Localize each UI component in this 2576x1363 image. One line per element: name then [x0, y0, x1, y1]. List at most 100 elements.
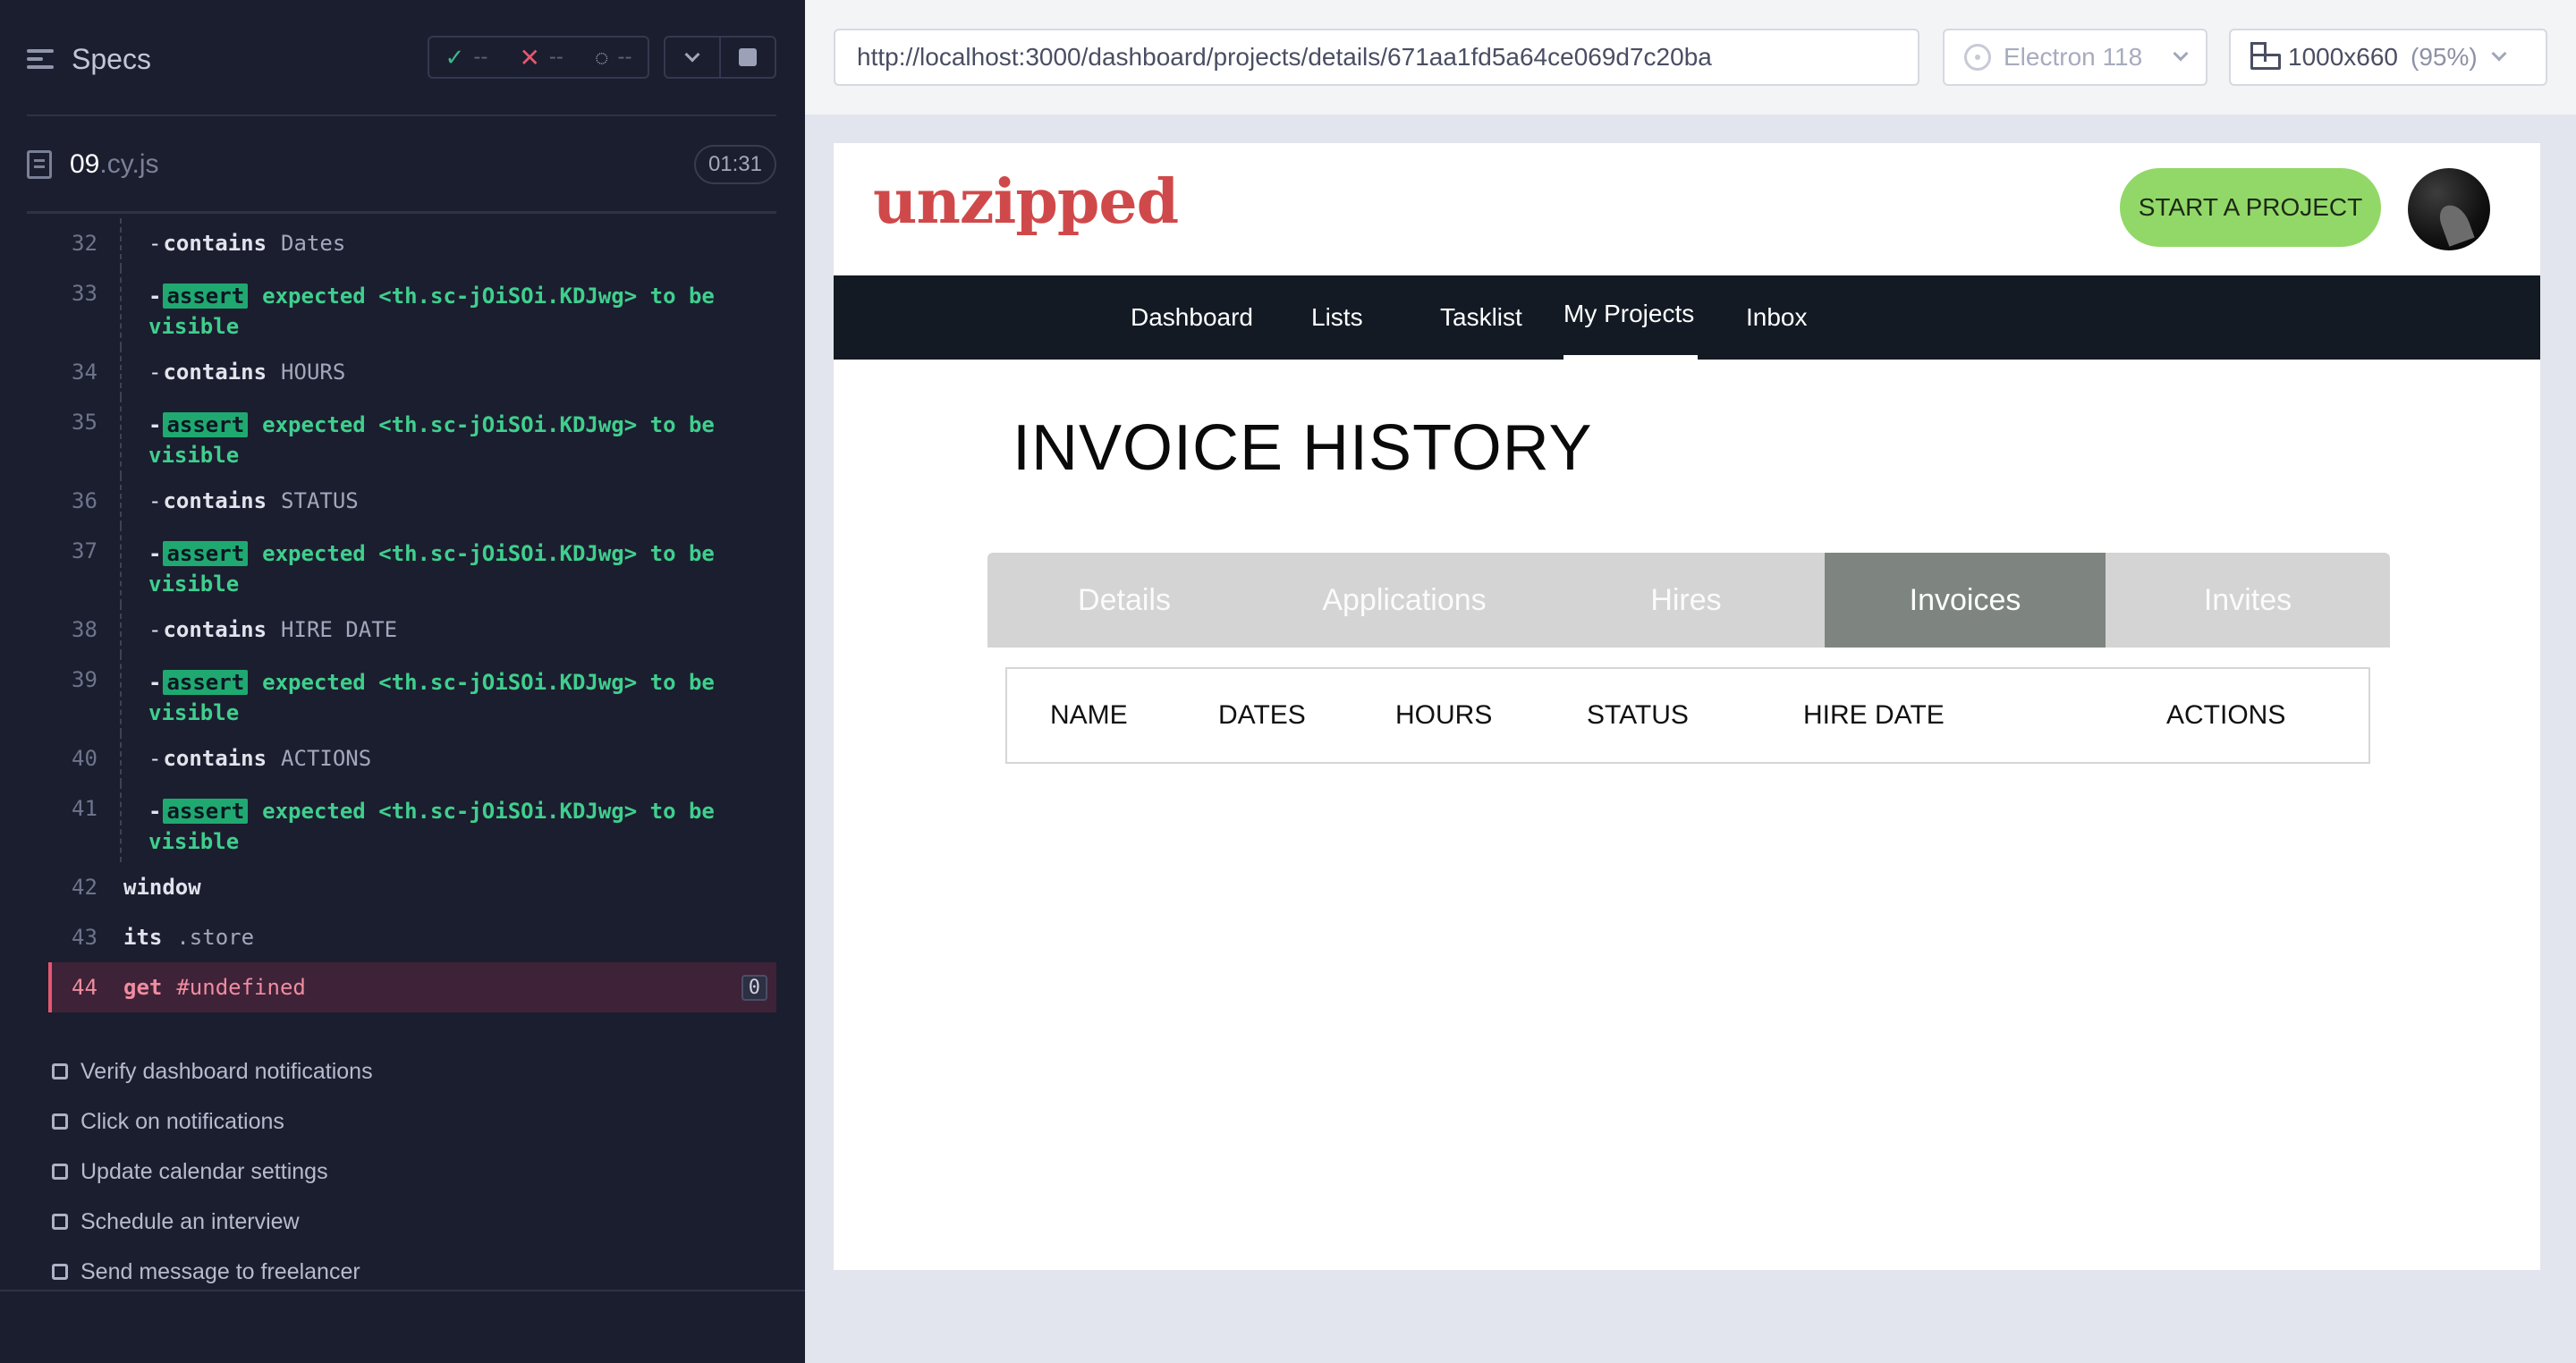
run-controls — [664, 36, 776, 79]
command-body: - assert expected <th.sc-jOiSOi.KDJwg> to … — [120, 783, 776, 862]
command-row[interactable]: 39 - assert expected <th.sc-jOiSOi.KDJwg> t… — [52, 655, 776, 733]
command-body: its .store — [123, 912, 776, 962]
spec-duration: 01:31 — [693, 145, 776, 184]
spec-file-row[interactable]: 09 .cy.js 01:31 — [27, 143, 776, 186]
command-row[interactable]: 37 - assert expected <th.sc-jOiSOi.KDJwg> t… — [52, 526, 776, 605]
command-number: 34 — [72, 360, 97, 385]
pending-test-icon — [52, 1113, 68, 1130]
x-icon: ✕ — [519, 43, 540, 72]
command-row[interactable]: 35 - assert expected <th.sc-jOiSOi.KDJwg> t… — [52, 397, 776, 476]
command-body: -contains ACTIONS — [120, 733, 776, 783]
nav-lists[interactable]: Lists — [1311, 275, 1363, 360]
url-bar[interactable]: http://localhost:3000/dashboard/projects… — [834, 29, 1919, 86]
command-body: get #undefined 0 — [123, 962, 776, 1012]
command-number: 39 — [72, 667, 97, 692]
ruler-icon — [2250, 42, 2281, 70]
col-dates: DATES — [1218, 700, 1306, 730]
test-item[interactable]: Click on notifications — [52, 1096, 776, 1147]
nav-inbox[interactable]: Inbox — [1746, 275, 1808, 360]
command-number: 44 — [72, 975, 97, 1000]
stop-button[interactable] — [721, 38, 775, 77]
col-status: STATUS — [1587, 700, 1689, 730]
test-title: Click on notifications — [80, 1108, 284, 1134]
test-list: Verify dashboard notifications Click on n… — [52, 1046, 776, 1297]
command-row[interactable]: 38 -contains HIRE DATE — [52, 605, 776, 655]
reporter-header: Specs ✓ -- ✕ -- ◌ -- — [0, 0, 805, 116]
tab-hires[interactable]: Hires — [1547, 553, 1825, 648]
command-row[interactable]: 43 its .store — [52, 912, 776, 962]
command-name: its — [123, 925, 163, 950]
col-hire-date: HIRE DATE — [1803, 700, 1945, 730]
specs-button[interactable]: Specs — [27, 38, 151, 80]
tab-details[interactable]: Details — [987, 553, 1261, 648]
test-item[interactable]: Verify dashboard notifications — [52, 1046, 776, 1096]
command-name: assert — [163, 412, 249, 437]
app-topbar: unzipped START A PROJECT — [834, 143, 2540, 275]
command-name: window — [123, 875, 201, 900]
tab-applications[interactable]: Applications — [1261, 553, 1547, 648]
nav-tasklist[interactable]: Tasklist — [1440, 275, 1522, 360]
command-number: 42 — [72, 875, 97, 900]
col-name: NAME — [1050, 700, 1128, 730]
command-number: 32 — [72, 231, 97, 256]
command-number: 35 — [72, 410, 97, 435]
invoice-table-header: NAME DATES HOURS STATUS HIRE DATE ACTION… — [1005, 667, 2370, 764]
test-item[interactable]: Update calendar settings — [52, 1147, 776, 1197]
expand-button[interactable] — [665, 38, 721, 77]
test-title: Update calendar settings — [80, 1158, 328, 1184]
nav-dashboard[interactable]: Dashboard — [1131, 275, 1253, 360]
file-icon — [27, 150, 52, 179]
command-body: - assert expected <th.sc-jOiSOi.KDJwg> to … — [120, 397, 776, 476]
pending-stat: ◌ -- — [595, 44, 631, 72]
viewport-size: 1000x660 — [2288, 43, 2399, 71]
command-message: expected <th.sc-jOiSOi.KDJwg> to be — [262, 670, 715, 695]
tab-invites[interactable]: Invites — [2106, 553, 2390, 648]
command-name: contains — [163, 617, 267, 642]
pending-test-icon — [52, 1164, 68, 1180]
command-row[interactable]: 44 get #undefined 0 — [48, 962, 776, 1012]
chevron-down-icon — [2173, 46, 2189, 62]
tab-invoices[interactable]: Invoices — [1825, 553, 2106, 648]
command-row[interactable]: 42 window — [52, 862, 776, 912]
chevron-down-icon — [2491, 46, 2507, 62]
start-project-button[interactable]: START A PROJECT — [2120, 168, 2381, 247]
command-number: 36 — [72, 488, 97, 513]
stop-icon — [739, 48, 757, 66]
command-number: 37 — [72, 538, 97, 563]
spec-file-ext: .cy.js — [99, 149, 159, 179]
command-row[interactable]: 34 -contains HOURS — [52, 347, 776, 397]
avatar[interactable] — [2408, 168, 2490, 250]
viewport-selector[interactable]: 1000x660 (95%) — [2229, 29, 2547, 86]
page-title: INVOICE HISTORY — [1013, 412, 1593, 484]
command-name: contains — [163, 231, 267, 256]
command-row[interactable]: 40 -contains ACTIONS — [52, 733, 776, 783]
pending-test-icon — [52, 1264, 68, 1280]
command-message-cont: visible — [148, 829, 240, 854]
command-name: assert — [163, 284, 249, 309]
command-log: 32 -contains Dates 33- assert expected <th.sc… — [48, 218, 776, 1012]
spinner-icon: ◌ — [595, 43, 609, 71]
browser-selector[interactable]: Electron 118 — [1943, 29, 2207, 86]
command-row[interactable]: 36 -contains STATUS — [52, 476, 776, 526]
command-message: expected <th.sc-jOiSOi.KDJwg> to be — [262, 284, 715, 309]
command-body: - assert expected <th.sc-jOiSOi.KDJwg> to … — [120, 526, 776, 605]
main-nav: Dashboard Lists Tasklist My Projects Inb… — [834, 275, 2540, 360]
command-row[interactable]: 41 - assert expected <th.sc-jOiSOi.KDJwg> t… — [52, 783, 776, 862]
pending-test-icon — [52, 1214, 68, 1230]
menu-icon — [27, 46, 57, 72]
failed-stat: ✕ -- — [519, 43, 563, 72]
command-message: #undefined — [176, 975, 306, 1000]
command-number: 33 — [72, 281, 97, 306]
command-number: 40 — [72, 746, 97, 771]
command-message: Dates — [281, 231, 346, 256]
command-name: assert — [163, 799, 249, 824]
app-logo[interactable]: unzipped — [873, 166, 1179, 238]
divider — [27, 114, 776, 116]
command-row[interactable]: 33 - assert expected <th.sc-jOiSOi.KDJwg> t… — [52, 268, 776, 347]
electron-icon — [1964, 44, 1991, 71]
test-item[interactable]: Schedule an interview — [52, 1197, 776, 1247]
test-title: Send message to freelancer — [80, 1258, 360, 1284]
nav-my-projects[interactable]: My Projects — [1563, 275, 1698, 360]
specs-label: Specs — [72, 42, 151, 75]
command-row[interactable]: 32 -contains Dates — [52, 218, 776, 268]
